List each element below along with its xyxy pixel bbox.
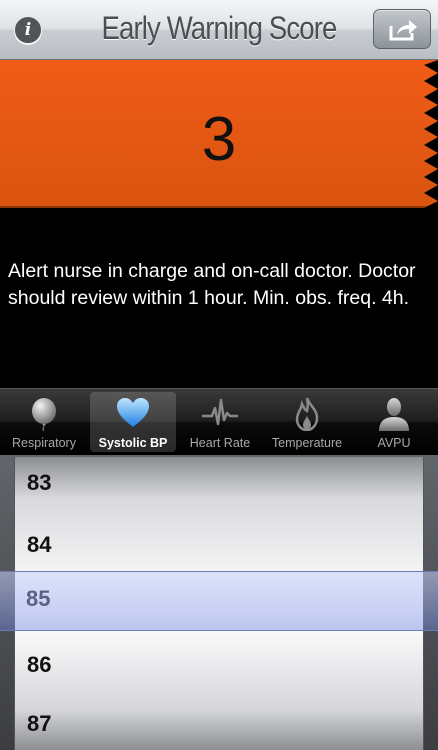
share-icon	[389, 20, 417, 41]
info-button[interactable]: i	[14, 16, 42, 44]
pulse-icon	[202, 398, 238, 426]
zigzag-edge	[424, 60, 438, 208]
page-title: Early Warning Score	[101, 10, 338, 46]
picker-selection-bar: 85	[0, 571, 438, 631]
share-button[interactable]	[373, 9, 431, 49]
picker-row[interactable]: 86	[27, 652, 51, 678]
navigation-bar: i Early Warning Score	[0, 0, 438, 60]
picker-row[interactable]: 83	[27, 470, 51, 496]
picker-row[interactable]: 84	[27, 532, 51, 558]
score-value: 3	[201, 105, 237, 174]
tab-heart-rate[interactable]: Heart Rate	[177, 392, 263, 452]
advice-message: Alert nurse in charge and on-call doctor…	[8, 260, 416, 309]
balloon-icon	[32, 398, 56, 431]
tab-respiratory[interactable]: Respiratory	[1, 392, 87, 452]
flame-icon	[295, 397, 319, 431]
heart-icon	[117, 398, 149, 427]
tab-systolic-bp[interactable]: Systolic BP	[90, 392, 176, 452]
tab-avpu[interactable]: AVPU	[351, 392, 437, 452]
picker-row[interactable]: 87	[27, 711, 51, 737]
person-icon	[379, 398, 409, 431]
score-panel: 3	[0, 60, 438, 208]
tab-label: Heart Rate	[189, 436, 251, 450]
tab-label: Respiratory	[12, 436, 76, 450]
value-picker[interactable]: 83 84 86 87 85	[0, 455, 438, 750]
picker-selected-value: 85	[26, 586, 51, 611]
tab-label: AVPU	[377, 436, 411, 450]
tab-temperature[interactable]: Temperature	[264, 392, 350, 452]
tab-bar: Respiratory Systolic BP Heart Rate Tempe…	[0, 388, 438, 455]
tab-label: Systolic BP	[98, 436, 168, 450]
tab-label: Temperature	[271, 436, 343, 450]
